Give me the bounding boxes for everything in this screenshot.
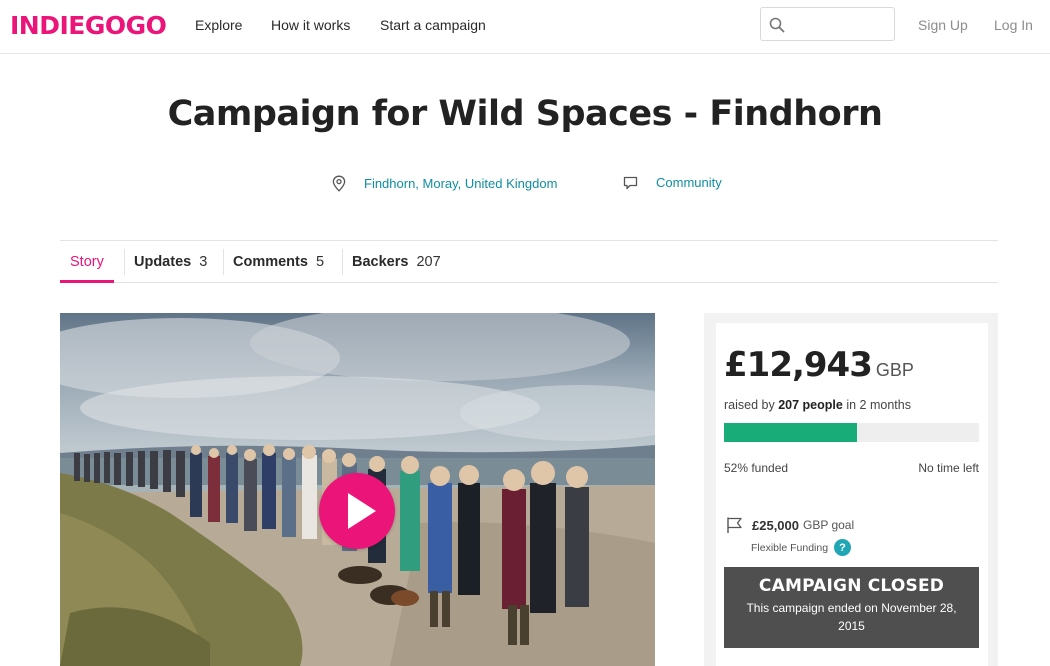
tab-divider: [124, 249, 125, 275]
search-icon: [769, 17, 785, 33]
tab-backers-count: 207: [416, 253, 441, 270]
flag-icon: [727, 517, 742, 533]
campaign-title: Campaign for Wild Spaces - Findhorn: [167, 94, 883, 134]
tab-comments[interactable]: Comments 5: [233, 241, 324, 282]
raised-prefix: raised by: [724, 398, 775, 412]
speech-bubble-icon: [623, 176, 638, 189]
category-label[interactable]: Community: [656, 175, 722, 190]
map-pin-icon: [332, 175, 346, 192]
location-label[interactable]: Findhorn, Moray, United Kingdom: [364, 176, 557, 191]
amount-raised: £12,943 GBP: [724, 345, 914, 385]
campaign-tabs: Story Updates 3 Comments 5 Backers 207: [60, 240, 998, 283]
indiegogo-logo[interactable]: INDIEGOGO: [10, 11, 167, 40]
goal-label: GBP goal: [803, 518, 855, 532]
goal-value: £25,000: [752, 517, 799, 533]
campaign-category[interactable]: Community: [623, 175, 722, 190]
play-button[interactable]: [319, 473, 395, 549]
amount-currency: GBP: [875, 360, 914, 380]
tab-story[interactable]: Story: [60, 241, 114, 283]
nav-how-it-works-link[interactable]: How it works: [271, 17, 350, 33]
tab-backers-label: Backers: [352, 253, 409, 270]
tab-divider: [223, 249, 224, 275]
campaign-video[interactable]: [60, 313, 655, 666]
log-in-link[interactable]: Log In: [994, 17, 1033, 33]
nav-explore-link[interactable]: Explore: [195, 17, 242, 33]
campaign-closed-banner: CAMPAIGN CLOSED This campaign ended on N…: [724, 567, 979, 648]
tab-story-label: Story: [70, 253, 104, 270]
sign-up-link[interactable]: Sign Up: [918, 17, 968, 33]
campaign-location[interactable]: Findhorn, Moray, United Kingdom: [332, 175, 557, 192]
tab-divider: [342, 249, 343, 275]
funding-progress-fill: [724, 423, 857, 442]
funding-type: Flexible Funding ?: [751, 539, 852, 556]
tab-backers[interactable]: Backers 207: [352, 241, 441, 282]
tab-updates[interactable]: Updates 3: [134, 241, 207, 282]
tab-updates-label: Updates: [134, 253, 192, 270]
funding-panel: £12,943 GBP raised by 207 people in 2 mo…: [704, 313, 998, 666]
search-input[interactable]: [791, 14, 889, 34]
tab-comments-label: Comments: [233, 253, 308, 270]
campaign-closed-title: CAMPAIGN CLOSED: [758, 576, 945, 596]
amount-value: £12,943: [724, 345, 873, 385]
tab-comments-count: 5: [315, 253, 325, 270]
percent-funded: 52% funded: [724, 461, 789, 475]
funding-goal: £25,000 GBP goal: [726, 516, 854, 534]
funding-type-label: Flexible Funding: [751, 541, 829, 554]
nav-start-campaign-link[interactable]: Start a campaign: [380, 17, 486, 33]
funding-card: £12,943 GBP raised by 207 people in 2 mo…: [716, 323, 988, 666]
top-nav-bar: INDIEGOGO Explore How it works Start a c…: [0, 0, 1050, 54]
raised-duration: in 2 months: [846, 398, 911, 412]
campaign-closed-text: This campaign ended on November 28, 2015: [746, 601, 957, 633]
backers-count: 207 people: [778, 398, 843, 412]
tab-updates-count: 3: [199, 253, 208, 270]
funding-progress-bar: [724, 423, 979, 442]
time-left: No time left: [918, 461, 979, 475]
raised-summary: raised by 207 people in 2 months: [724, 398, 911, 412]
search-box[interactable]: [760, 7, 895, 41]
help-icon[interactable]: ?: [834, 539, 852, 556]
